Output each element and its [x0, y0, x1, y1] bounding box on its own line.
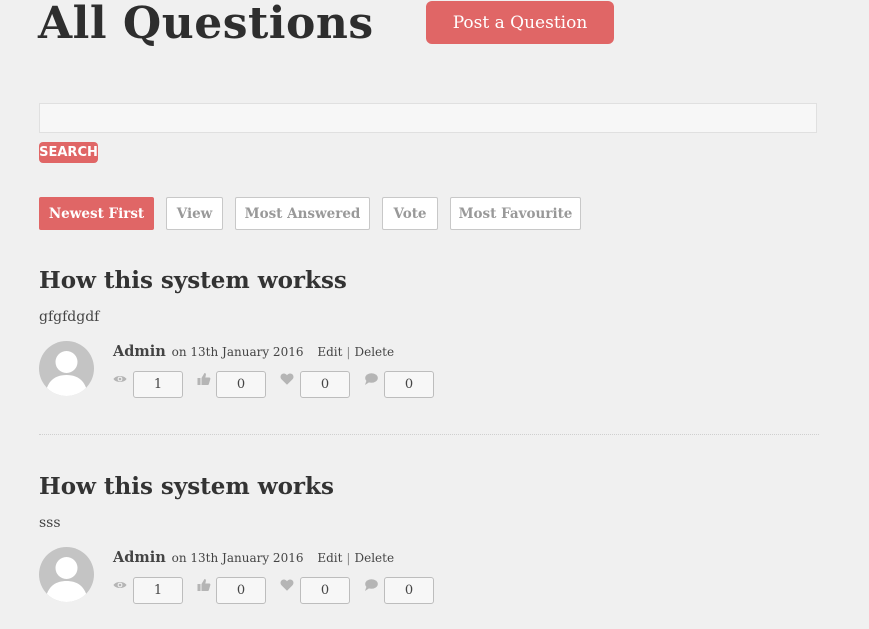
sort-newest-first-tab[interactable]: Newest First — [39, 197, 154, 230]
avatar — [39, 341, 94, 396]
user-silhouette-icon — [45, 557, 88, 602]
comment-icon[interactable] — [364, 578, 378, 592]
eye-icon — [113, 376, 127, 382]
question-excerpt: gfgfdgdf — [39, 309, 100, 325]
edit-link[interactable]: Edit — [317, 551, 342, 565]
author-name[interactable]: Admin — [113, 343, 166, 360]
user-silhouette-icon — [45, 351, 88, 396]
delete-link[interactable]: Delete — [354, 345, 394, 359]
question-divider — [39, 434, 819, 435]
meta-separator: | — [346, 345, 351, 359]
search-input[interactable] — [39, 103, 817, 133]
heart-icon[interactable] — [280, 372, 294, 386]
page-title: All Questions — [38, 0, 374, 49]
avatar — [39, 547, 94, 602]
views-count: 1 — [133, 577, 183, 604]
question-meta: Admin on 13th January 2016 Edit | Delete — [113, 343, 394, 361]
votes-count: 0 — [216, 577, 266, 604]
post-question-button[interactable]: Post a Question — [426, 1, 614, 44]
heart-icon[interactable] — [280, 578, 294, 592]
comments-count: 0 — [384, 577, 434, 604]
comments-count: 0 — [384, 371, 434, 398]
favourites-count: 0 — [300, 577, 350, 604]
question-excerpt: sss — [39, 515, 61, 531]
sort-vote-tab[interactable]: Vote — [382, 197, 438, 230]
thumbs-up-icon[interactable] — [197, 578, 211, 592]
votes-count: 0 — [216, 371, 266, 398]
post-date: on 13th January 2016 — [171, 551, 304, 565]
comment-icon[interactable] — [364, 372, 378, 386]
question-title[interactable]: How this system workss — [39, 266, 347, 296]
thumbs-up-icon[interactable] — [197, 372, 211, 386]
search-button[interactable]: SEARCH — [39, 142, 98, 163]
sort-most-answered-tab[interactable]: Most Answered — [235, 197, 370, 230]
views-count: 1 — [133, 371, 183, 398]
question-meta: Admin on 13th January 2016 Edit | Delete — [113, 549, 394, 567]
favourites-count: 0 — [300, 371, 350, 398]
post-date: on 13th January 2016 — [171, 345, 304, 359]
edit-link[interactable]: Edit — [317, 345, 342, 359]
sort-view-tab[interactable]: View — [166, 197, 223, 230]
delete-link[interactable]: Delete — [354, 551, 394, 565]
sort-most-favourite-tab[interactable]: Most Favourite — [450, 197, 581, 230]
meta-separator: | — [346, 551, 351, 565]
question-title[interactable]: How this system works — [39, 472, 334, 502]
eye-icon — [113, 582, 127, 588]
author-name[interactable]: Admin — [113, 549, 166, 566]
